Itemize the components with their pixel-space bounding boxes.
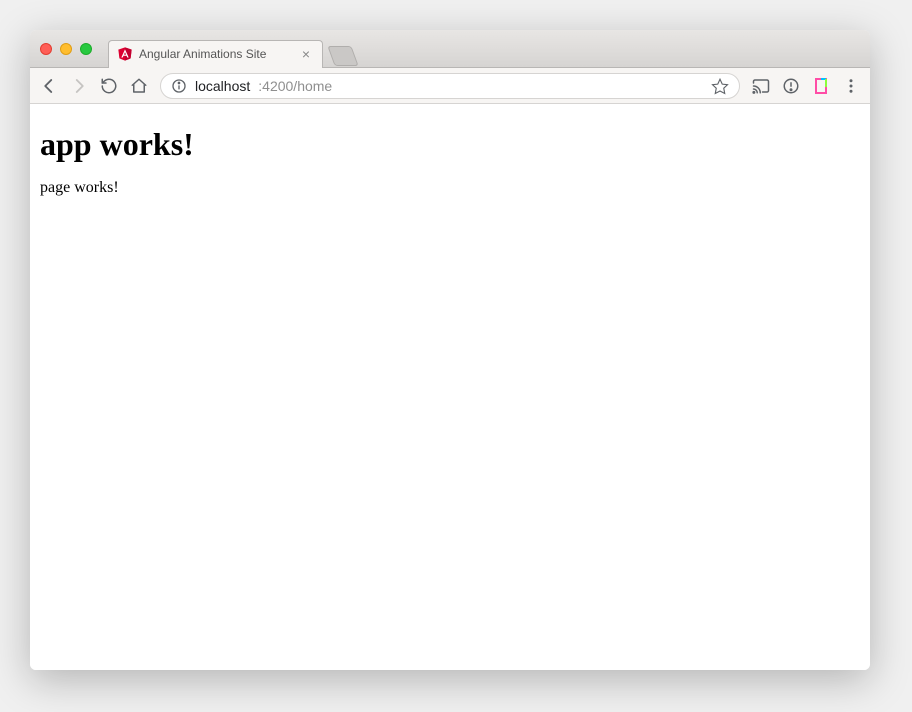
window-minimize-button[interactable] (60, 43, 72, 55)
tab-close-icon[interactable]: × (298, 46, 314, 62)
cast-icon[interactable] (752, 77, 770, 95)
browser-tab[interactable]: Angular Animations Site × (108, 40, 323, 68)
bookmark-star-icon[interactable] (711, 77, 729, 95)
browser-window: Angular Animations Site × localhost :4200… (30, 30, 870, 670)
back-button[interactable] (40, 77, 58, 95)
browser-toolbar: localhost :4200/home (30, 68, 870, 104)
url-path: :4200/home (258, 78, 332, 94)
home-button[interactable] (130, 77, 148, 95)
reload-button[interactable] (100, 77, 118, 95)
site-info-icon[interactable] (171, 78, 187, 94)
address-bar[interactable]: localhost :4200/home (160, 73, 740, 99)
blocked-content-icon[interactable] (782, 77, 800, 95)
addressbar-actions (711, 77, 729, 95)
menu-button[interactable] (842, 77, 860, 95)
extension-icon[interactable] (812, 77, 830, 95)
traffic-lights (40, 43, 92, 55)
url-host: localhost (195, 78, 250, 94)
angular-icon (117, 46, 133, 62)
page-body-text: page works! (40, 179, 860, 197)
page-content: app works! page works! (30, 104, 870, 670)
tab-title: Angular Animations Site (139, 47, 292, 61)
new-tab-button[interactable] (327, 46, 358, 66)
window-close-button[interactable] (40, 43, 52, 55)
window-zoom-button[interactable] (80, 43, 92, 55)
page-heading: app works! (40, 126, 860, 163)
window-titlebar: Angular Animations Site × (30, 30, 870, 68)
forward-button[interactable] (70, 77, 88, 95)
